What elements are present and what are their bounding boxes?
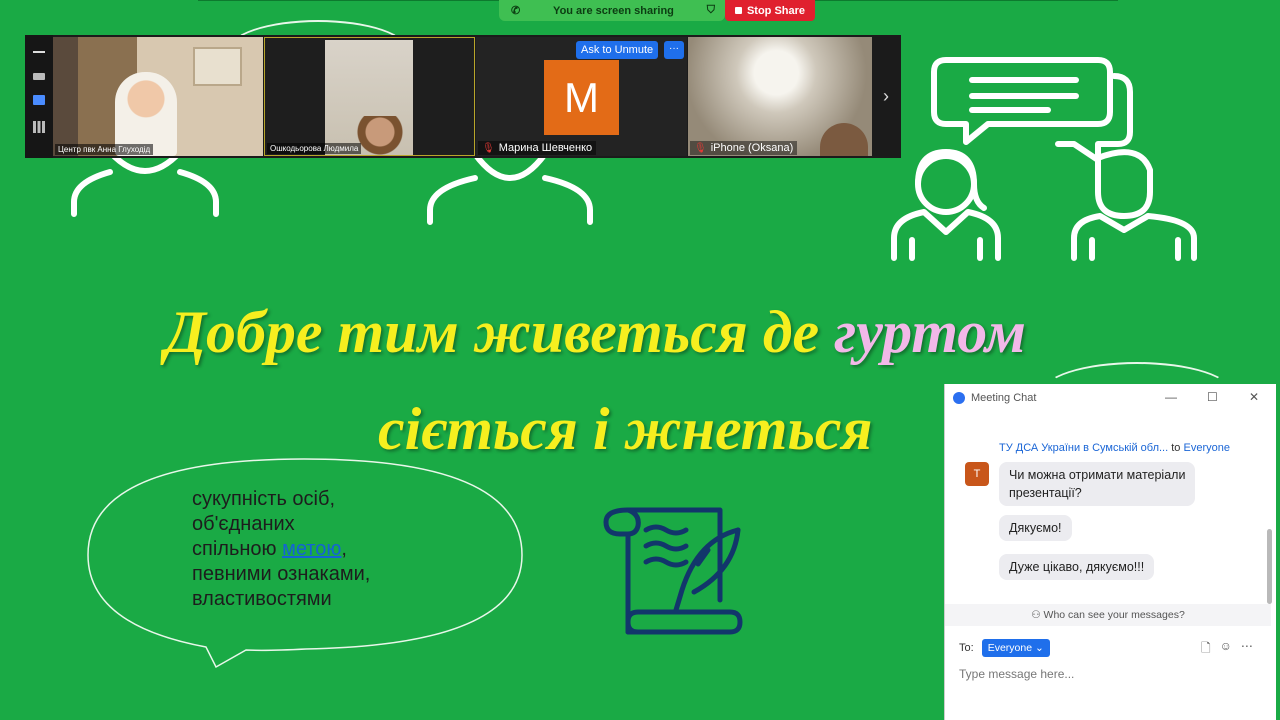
sender-name[interactable]: ТУ ДСА України в Сумській обл... (999, 442, 1168, 454)
sender-avatar: T (965, 462, 989, 486)
slide-title-text: Добре тим живеться де (165, 299, 835, 365)
participant-name: Марина Шевченко (498, 142, 593, 154)
next-page-arrow-icon[interactable]: › (873, 37, 899, 156)
message-sender-line: ТУ ДСА України в Сумській обл... to Ever… (999, 442, 1230, 454)
chat-message[interactable]: Чи можна отримати матеріали презентації? (999, 462, 1196, 506)
slide-title-line2: сіється і жнеться (378, 396, 873, 462)
person-outline-icon (71, 150, 219, 217)
bubble-line: властивостями (192, 588, 332, 610)
participant-name: Ошкодьорова Людмила (267, 143, 362, 154)
message-text: Дякуємо! (1009, 521, 1062, 535)
conversation-icon (891, 57, 1197, 261)
screen-sharing-banner: ✆ You are screen sharing ⛉ (499, 0, 725, 21)
shield-check-icon: ⛉ (706, 4, 715, 16)
meeting-chat-panel: Meeting Chat — ☐ ✕ ТУ ДСА України в Сумс… (944, 384, 1276, 720)
video-tile[interactable]: Ошкодьорова Людмила (264, 37, 475, 156)
to-word: to (1171, 442, 1181, 454)
minimize-icon[interactable] (33, 51, 45, 53)
speech-bubble-text: сукупність осіб, об'єднаних спільною мет… (192, 487, 492, 612)
mic-muted-icon: 🎙 (694, 142, 707, 154)
chat-message[interactable]: Дуже цікаво, дякуємо!!! (999, 554, 1155, 580)
people-icon: ⚇ (1031, 609, 1041, 621)
person-outline-icon (427, 151, 593, 225)
chat-tools: 🗋 ☺ ⋯ (1201, 639, 1253, 660)
chat-titlebar: Meeting Chat — ☐ ✕ (945, 384, 1276, 412)
person-video (355, 116, 405, 155)
window-shape (193, 47, 242, 86)
recipient-row: To: Everyone ⌄ (959, 639, 1050, 657)
video-strip-controls (25, 35, 53, 158)
video-tile[interactable]: M Ask to Unmute ··· 🎙 Марина Шевченко (476, 37, 687, 156)
bubble-link-meta[interactable]: метою (282, 538, 341, 560)
message-text: презентації? (1009, 486, 1082, 500)
bubble-text: спільною (192, 538, 283, 560)
privacy-text: Who can see your messages? (1043, 609, 1185, 621)
message-text: Дуже цікаво, дякуємо!!! (1009, 560, 1145, 574)
more-options-button[interactable]: ··· (664, 41, 684, 59)
bubble-line: спільною метою, (192, 537, 492, 562)
stop-share-button[interactable]: Stop Share (725, 0, 815, 21)
privacy-notice[interactable]: ⚇ Who can see your messages? (945, 604, 1271, 626)
recipient-select[interactable]: Everyone ⌄ (981, 639, 1050, 657)
maximize-icon[interactable]: ☐ (1207, 390, 1218, 404)
speaker-view-icon[interactable] (33, 95, 45, 105)
chat-scrollbar[interactable] (1267, 529, 1272, 604)
ask-to-unmute-button[interactable]: Ask to Unmute (576, 41, 659, 59)
bubble-text: , (341, 538, 347, 560)
close-icon[interactable]: ✕ (1249, 390, 1259, 404)
thumbnail-view-icon[interactable] (33, 73, 45, 80)
chat-message[interactable]: Дякуємо! (999, 515, 1072, 541)
zoom-logo-icon (953, 392, 965, 404)
slide-title-line1: Добре тим живеться де гуртом (165, 298, 1026, 367)
video-tile[interactable]: Центр пвк Анна Глуходід (53, 37, 263, 156)
stop-share-label: Stop Share (746, 4, 806, 17)
gallery-view-icon[interactable] (33, 121, 45, 133)
emoji-icon[interactable]: ☺ (1220, 639, 1232, 660)
bubble-line: певними ознаками, (192, 563, 371, 585)
participant-name-bar: 🎙 Марина Шевченко (478, 141, 597, 155)
chat-title: Meeting Chat (971, 392, 1037, 404)
scroll-quill-icon (603, 507, 743, 635)
bubble-line: сукупність осіб, (192, 488, 336, 510)
bubble-line: об'єднаних (192, 513, 295, 535)
participant-avatar: M (544, 60, 619, 135)
video-tile[interactable]: 🎙 iPhone (Oksana) (688, 37, 872, 156)
participant-name-bar: 🎙 iPhone (Oksana) (690, 141, 798, 155)
chat-message-input[interactable]: Type message here... (959, 667, 1074, 681)
stop-icon (734, 7, 742, 14)
participant-name: iPhone (Oksana) (710, 142, 794, 154)
file-icon[interactable]: 🗋 (1201, 639, 1211, 660)
to-label: To: (959, 642, 974, 654)
chevron-down-icon: ⌄ (1034, 642, 1044, 654)
slide-title-accent-word: гуртом (834, 299, 1027, 365)
more-icon[interactable]: ⋯ (1241, 639, 1253, 660)
recipient-name: Everyone (1183, 442, 1230, 454)
sharing-status-text: You are screen sharing (553, 4, 674, 17)
participant-name: Центр пвк Анна Глуходід (55, 144, 154, 155)
minimize-icon[interactable]: — (1165, 390, 1177, 404)
phone-icon: ✆ (511, 5, 521, 17)
recipient-value: Everyone (987, 642, 1033, 654)
mic-muted-icon: 🎙 (482, 142, 495, 154)
message-text: Чи можна отримати матеріали (1009, 468, 1186, 482)
